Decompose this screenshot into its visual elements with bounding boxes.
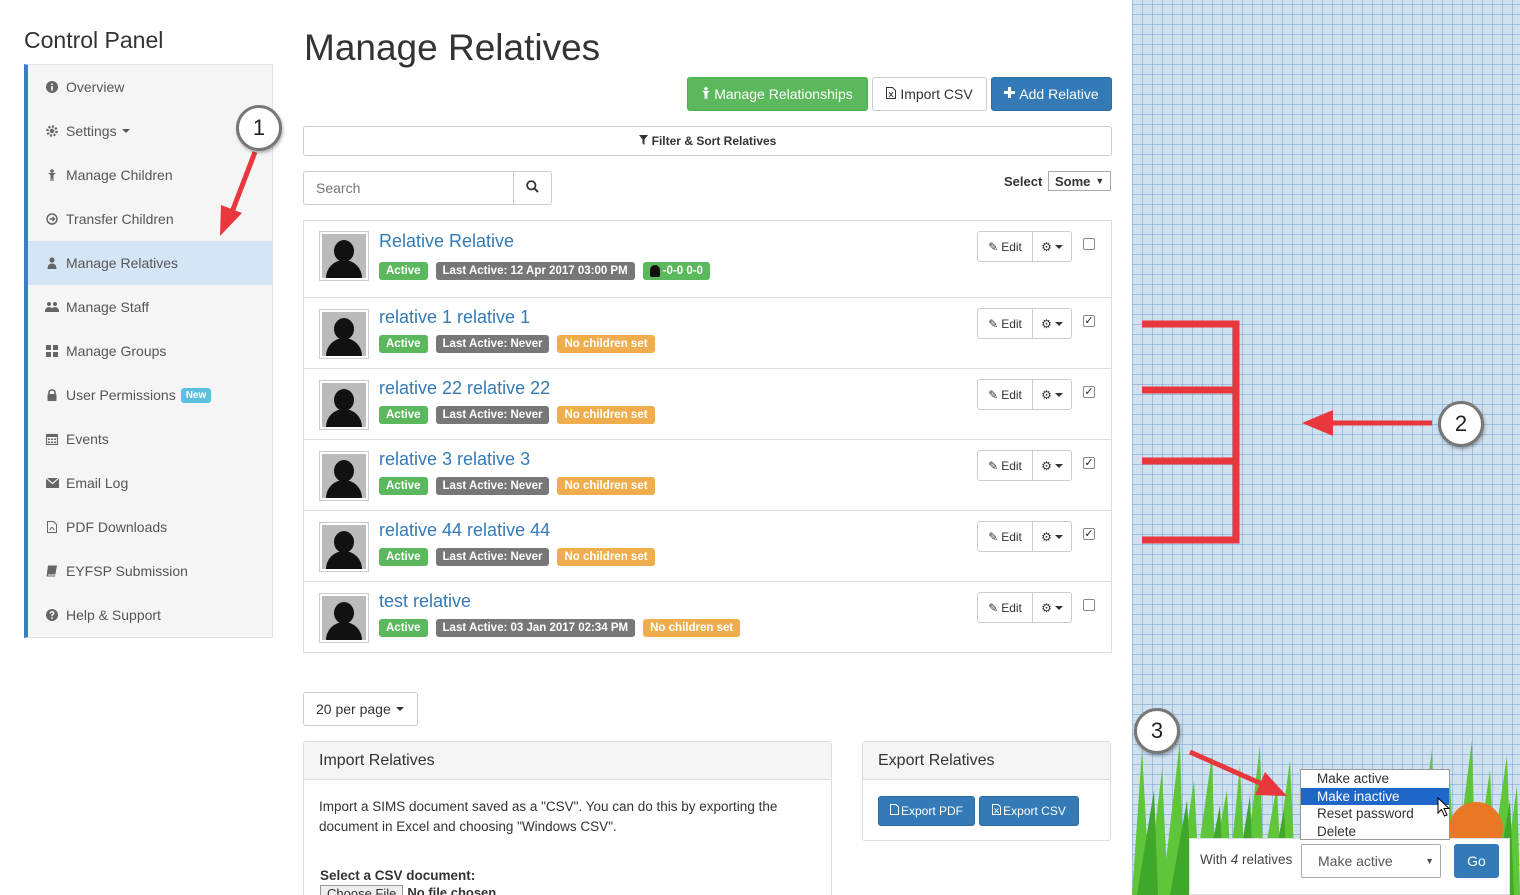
bracket-2 [1142, 320, 1240, 544]
callout-3: 3 [1134, 708, 1180, 754]
callout-2: 2 [1438, 401, 1484, 447]
callout-1: 1 [236, 105, 282, 151]
arrow-1 [220, 151, 258, 236]
arrow-3 [1188, 749, 1287, 796]
arrow-2 [1302, 410, 1432, 436]
annotation-overlay [220, 151, 1432, 796]
